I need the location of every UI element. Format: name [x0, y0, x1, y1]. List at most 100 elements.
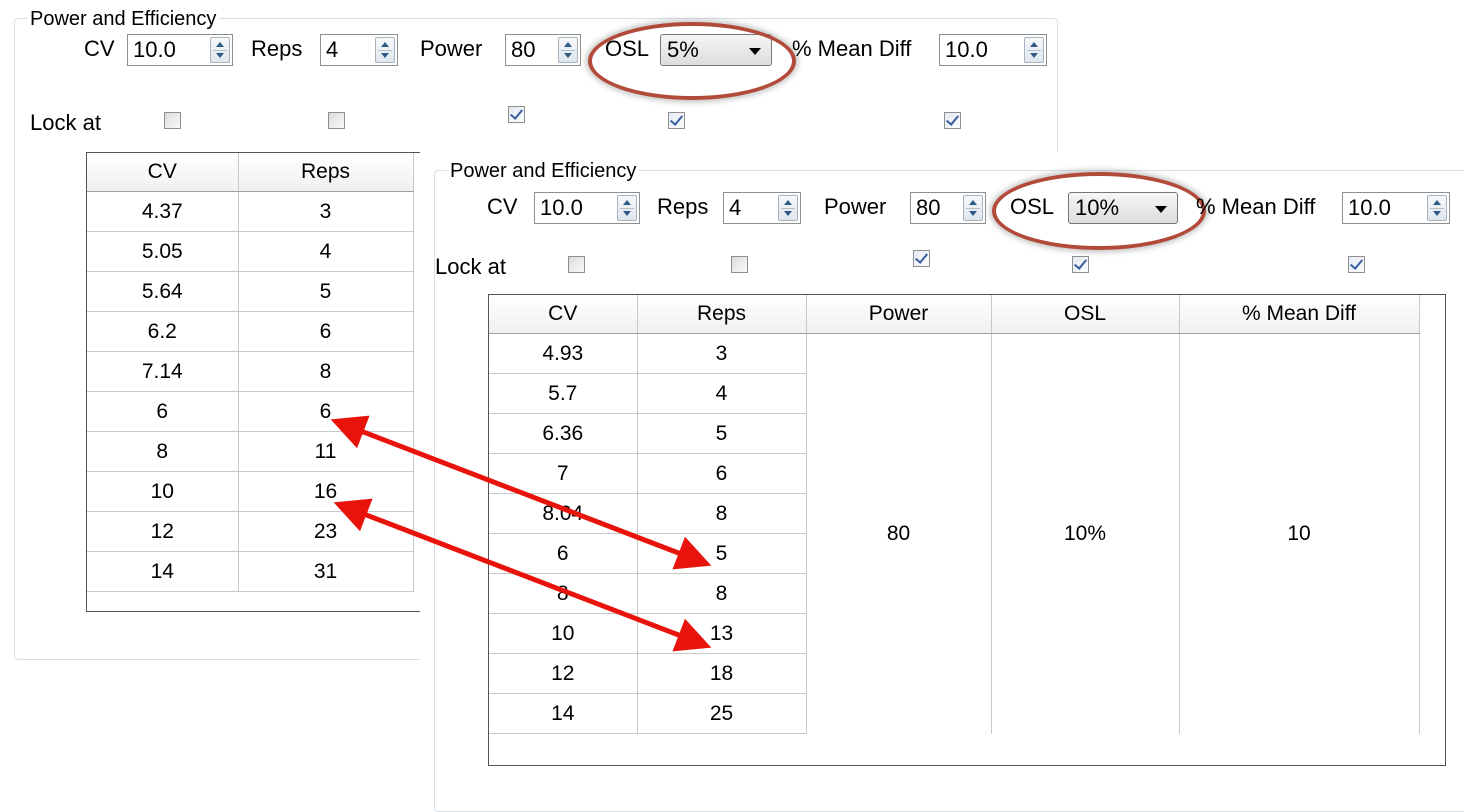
mean-diff-label: % Mean Diff: [1196, 194, 1316, 219]
reps-spinner[interactable]: [375, 37, 395, 63]
mean-diff-spinner[interactable]: [1024, 37, 1044, 63]
mean-diff-label: % Mean Diff: [792, 36, 912, 61]
table-row[interactable]: 12 23: [87, 511, 414, 552]
cell-cv[interactable]: 7: [489, 453, 638, 494]
cell-reps[interactable]: 4: [238, 231, 414, 272]
cell-reps[interactable]: 4: [637, 373, 807, 414]
cell-reps[interactable]: 16: [238, 471, 414, 512]
power-spinner[interactable]: [963, 195, 983, 221]
cell-cv[interactable]: 6: [489, 533, 638, 574]
lock-cv-checkbox[interactable]: [164, 112, 181, 129]
power-spinner[interactable]: [558, 37, 578, 63]
lock-power-checkbox[interactable]: [913, 250, 930, 267]
cell-reps[interactable]: 31: [238, 551, 414, 592]
reps-label: Reps: [657, 194, 709, 219]
column-header-osl[interactable]: OSL: [991, 295, 1180, 334]
cell-cv[interactable]: 8: [489, 573, 638, 614]
cell-cv[interactable]: 7.14: [87, 351, 239, 392]
cell-cv[interactable]: 6: [87, 391, 239, 432]
table-row[interactable]: 66: [87, 391, 414, 432]
cell-osl[interactable]: 10%: [991, 333, 1180, 734]
cell-cv[interactable]: 4.93: [489, 333, 638, 374]
mean-diff-input[interactable]: 10.0: [939, 34, 1047, 66]
group-title: Power and Efficiency: [27, 8, 220, 30]
cell-cv[interactable]: 6.2: [87, 311, 239, 352]
cell-reps[interactable]: 8: [637, 573, 807, 614]
cell-cv[interactable]: 8.04: [489, 493, 638, 534]
reps-input[interactable]: 4: [723, 192, 801, 224]
lock-at-label: Lock at: [435, 254, 506, 279]
cell-reps[interactable]: 25: [637, 693, 807, 734]
group-title: Power and Efficiency: [447, 160, 640, 182]
table-row[interactable]: 8 11: [87, 431, 414, 472]
results-grid[interactable]: CV Reps Power OSL % Mean Diff 4.93 3 80 10%…: [488, 294, 1446, 766]
cell-mean-diff[interactable]: 10: [1179, 333, 1420, 734]
results-grid[interactable]: CV Reps 4.37 3 5.05 4 5.64 5 6.2 6 7.14 8 6 6 8 11 10 1…: [86, 152, 424, 612]
table-row[interactable]: 6.2 6: [87, 311, 414, 352]
cell-reps[interactable]: 5: [637, 413, 807, 454]
cell-cv[interactable]: 10: [87, 471, 239, 512]
power-label: Power: [420, 36, 483, 61]
cell-reps[interactable]: 8: [238, 351, 414, 392]
column-header-mean-diff[interactable]: % Mean Diff: [1179, 295, 1420, 334]
cv-spinner[interactable]: [617, 195, 637, 221]
cell-cv[interactable]: 6.36: [489, 413, 638, 454]
cell-reps[interactable]: 8: [637, 493, 807, 534]
table-row[interactable]: 7.14 8: [87, 351, 414, 392]
reps-input[interactable]: 4: [320, 34, 398, 66]
cell-cv[interactable]: 14: [87, 551, 239, 592]
power-efficiency-panel-front: Power and Efficiency CV 10.0 Reps 4 Powe…: [420, 152, 1464, 812]
lock-reps-checkbox[interactable]: [731, 256, 748, 273]
mean-diff-spinner[interactable]: [1427, 195, 1447, 221]
column-header-power[interactable]: Power: [806, 295, 992, 334]
column-header-cv[interactable]: CV: [489, 295, 638, 334]
table-row[interactable]: 10 16: [87, 471, 414, 512]
power-input[interactable]: 80: [910, 192, 986, 224]
lock-mean-diff-checkbox[interactable]: [1348, 256, 1365, 273]
cell-cv[interactable]: 5.7: [489, 373, 638, 414]
lock-mean-diff-checkbox[interactable]: [944, 112, 961, 129]
lock-osl-checkbox[interactable]: [668, 112, 685, 129]
table-row[interactable]: 4.37 3: [87, 191, 414, 232]
cv-input[interactable]: 10.0: [127, 34, 233, 66]
cell-reps[interactable]: 3: [238, 191, 414, 232]
cell-reps[interactable]: 11: [238, 431, 414, 472]
lock-osl-checkbox[interactable]: [1072, 256, 1089, 273]
cell-reps[interactable]: 6: [238, 391, 414, 432]
table-row[interactable]: 14 31: [87, 551, 414, 592]
lock-reps-checkbox[interactable]: [328, 112, 345, 129]
reps-label: Reps: [251, 36, 303, 61]
column-header-reps[interactable]: Reps: [637, 295, 807, 334]
cell-cv[interactable]: 10: [489, 613, 638, 654]
highlight-oval: [588, 22, 796, 100]
column-header-reps[interactable]: Reps: [238, 153, 414, 192]
cv-input[interactable]: 10.0: [534, 192, 640, 224]
reps-spinner[interactable]: [778, 195, 798, 221]
lock-power-checkbox[interactable]: [508, 106, 525, 123]
cell-reps[interactable]: 23: [238, 511, 414, 552]
cell-cv[interactable]: 12: [489, 653, 638, 694]
power-input[interactable]: 80: [505, 34, 581, 66]
table-row[interactable]: 5.64 5: [87, 271, 414, 312]
table-row[interactable]: 5.05 4: [87, 231, 414, 272]
cell-reps[interactable]: 13: [637, 613, 807, 654]
power-label: Power: [824, 194, 887, 219]
cell-cv[interactable]: 5.64: [87, 271, 239, 312]
cell-cv[interactable]: 4.37: [87, 191, 239, 232]
cell-cv[interactable]: 8: [87, 431, 239, 472]
cell-cv[interactable]: 12: [87, 511, 239, 552]
table-row[interactable]: 4.93 3 80 10% 10: [489, 333, 1420, 734]
cell-cv[interactable]: 14: [489, 693, 638, 734]
mean-diff-input[interactable]: 10.0: [1342, 192, 1450, 224]
cv-spinner[interactable]: [210, 37, 230, 63]
cell-reps[interactable]: 5: [637, 533, 807, 574]
cell-reps[interactable]: 18: [637, 653, 807, 694]
cell-reps[interactable]: 6: [637, 453, 807, 494]
lock-cv-checkbox[interactable]: [568, 256, 585, 273]
column-header-cv[interactable]: CV: [87, 153, 239, 192]
cell-reps[interactable]: 6: [238, 311, 414, 352]
cell-cv[interactable]: 5.05: [87, 231, 239, 272]
cell-reps[interactable]: 3: [637, 333, 807, 374]
cell-reps[interactable]: 5: [238, 271, 414, 312]
cell-power[interactable]: 80: [806, 333, 992, 734]
